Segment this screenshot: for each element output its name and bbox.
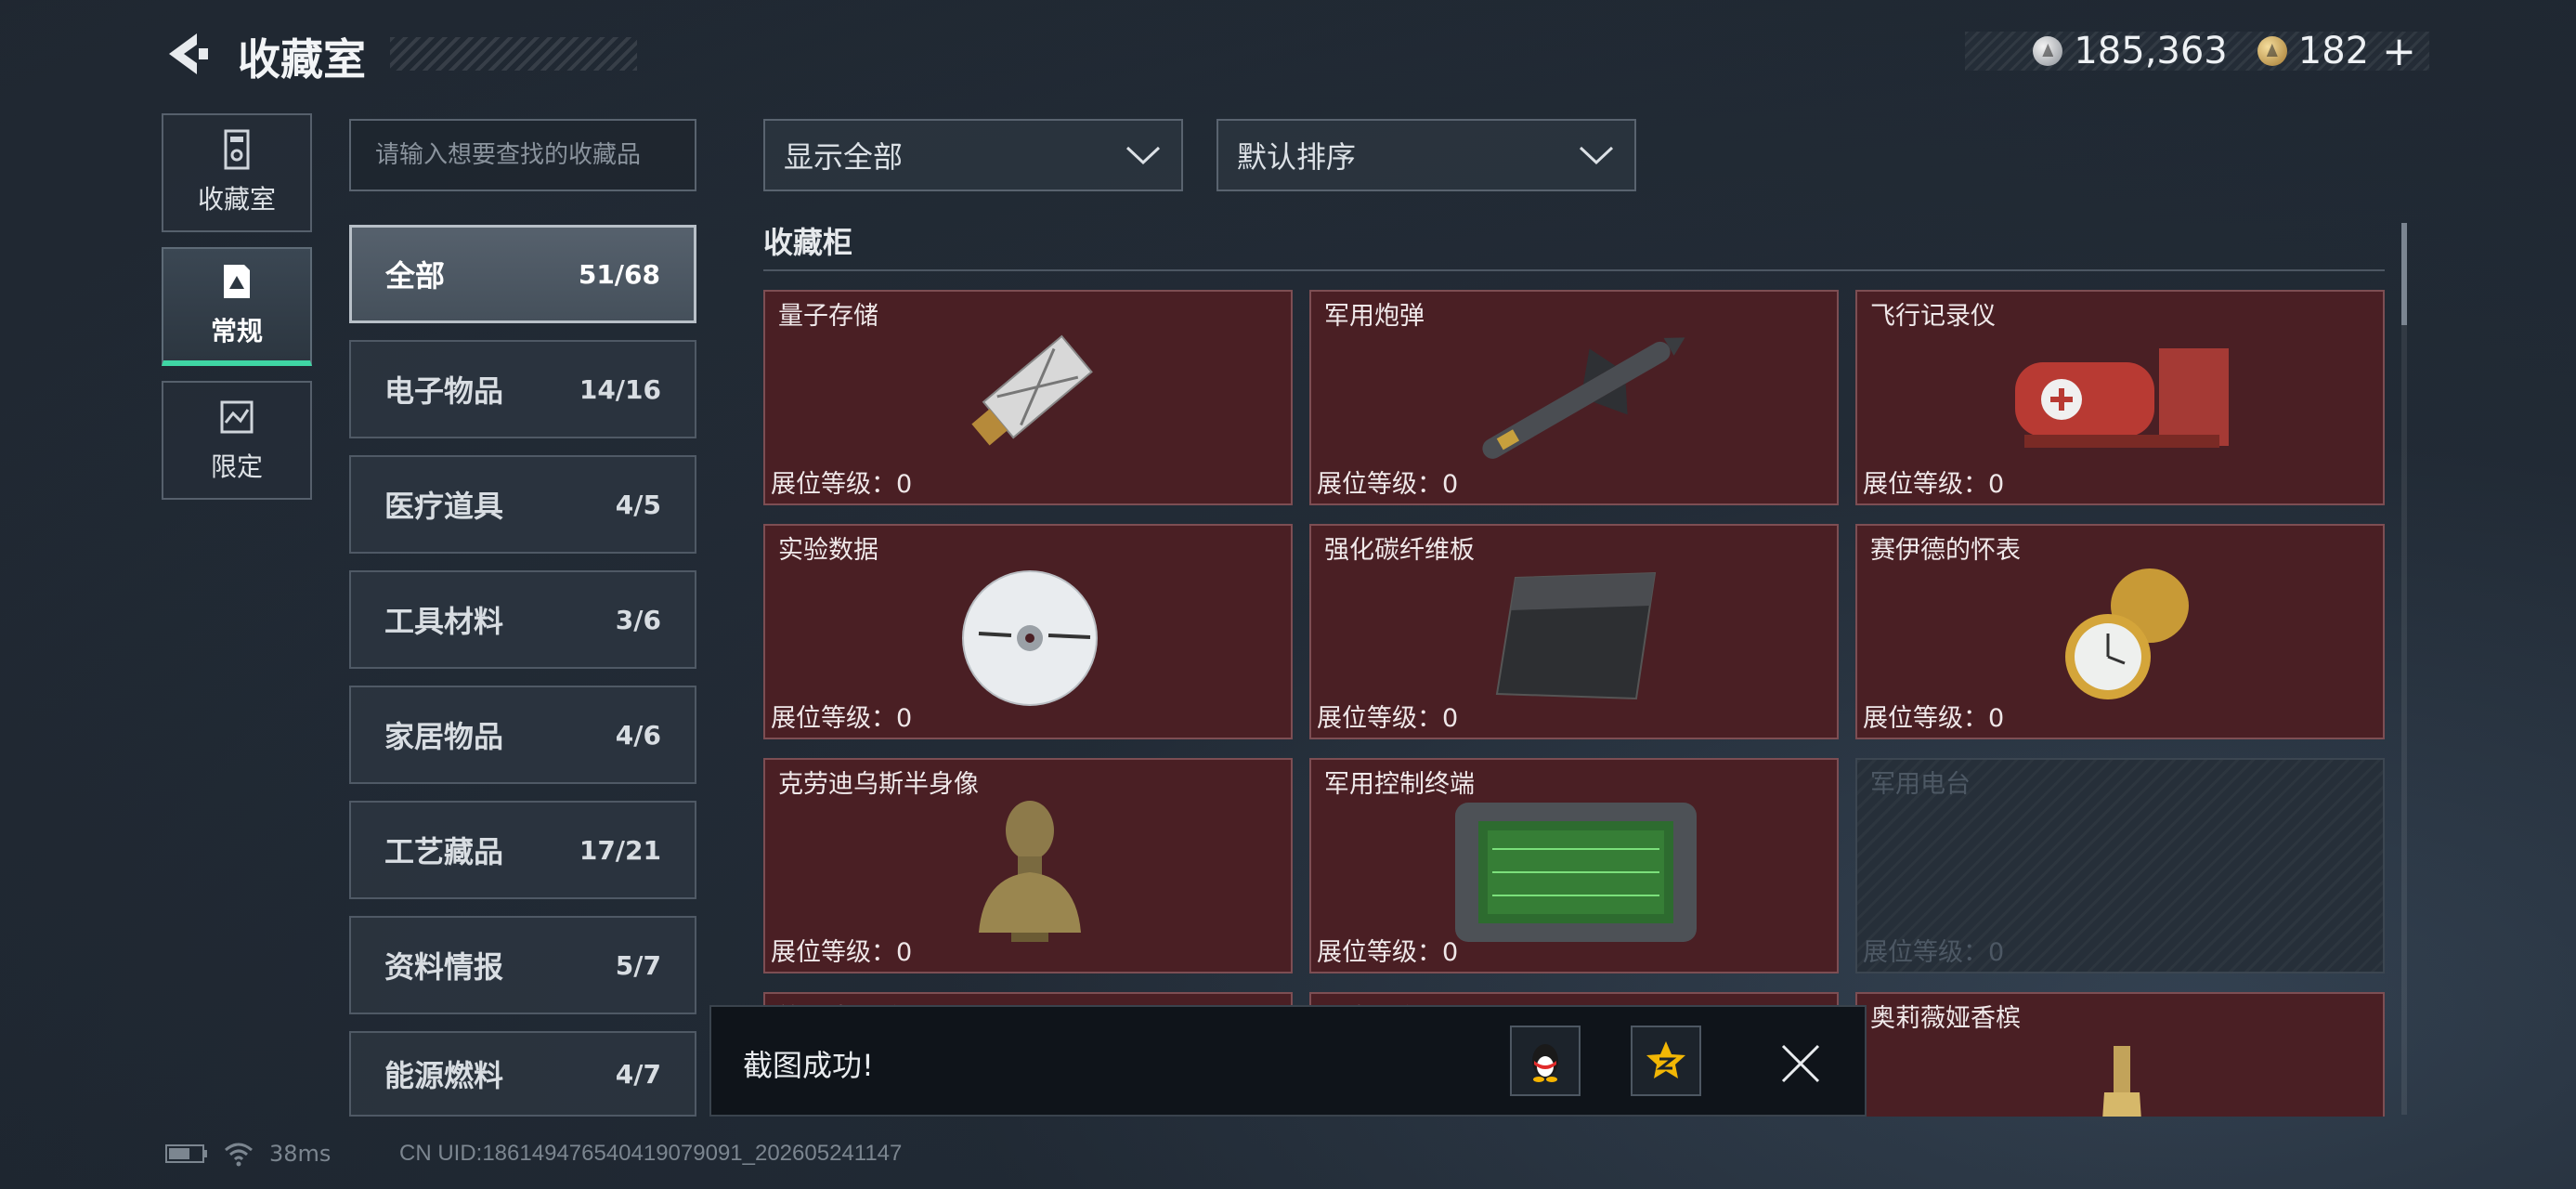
collection-item[interactable]: 赛伊德的怀表 展位等级：0: [1855, 524, 2385, 739]
search-input[interactable]: [349, 119, 696, 191]
item-name: 军用电台: [1870, 770, 1971, 799]
page-title: 收藏室: [238, 34, 366, 85]
category-count: 3/6: [615, 604, 661, 635]
wifi-icon: [225, 1143, 253, 1167]
tab-label: 常规: [210, 316, 263, 346]
category-medical[interactable]: 医疗道具 4/5: [349, 455, 696, 554]
category-electronics[interactable]: 电子物品 14/16: [349, 340, 696, 438]
category-crafts[interactable]: 工艺藏品 17/21: [349, 801, 696, 899]
item-name: 实验数据: [778, 536, 878, 565]
item-name: 军用炮弹: [1324, 302, 1425, 331]
user-uid: CN UID:1861494765404190790​91_2026052411…: [399, 1141, 903, 1166]
limited-icon: [220, 400, 254, 434]
category-count: 5/7: [615, 949, 661, 981]
share-qq-button[interactable]: [1510, 1026, 1581, 1096]
category-tools[interactable]: 工具材料 3/6: [349, 570, 696, 669]
cabinet-icon: [224, 129, 250, 170]
category-name: 资料情报: [384, 949, 504, 985]
tab-limited[interactable]: 限定: [162, 381, 312, 500]
sort-dropdown[interactable]: 默认排序: [1216, 119, 1636, 191]
item-level: 展位等级：0: [771, 470, 913, 499]
terminal-image: [1455, 803, 1697, 942]
share-qzone-button[interactable]: [1631, 1026, 1701, 1096]
section-title: 收藏柜: [763, 225, 853, 260]
tab-label: 收藏室: [197, 184, 276, 215]
category-energy[interactable]: 能源燃料 4/7: [349, 1031, 696, 1117]
star-icon: [1646, 1041, 1685, 1078]
silver-coin-icon: [2033, 36, 2063, 66]
tab-label: 限定: [210, 451, 263, 482]
category-intel[interactable]: 资料情报 5/7: [349, 916, 696, 1014]
close-icon[interactable]: [1777, 1040, 1824, 1087]
screenshot-toast: 截图成功!: [709, 1005, 1867, 1117]
category-name: 能源燃料: [384, 1058, 504, 1093]
collection-item[interactable]: 量子存储 展位等级：0: [763, 290, 1293, 505]
chevron-down-icon: [1579, 146, 1614, 165]
item-level: 展位等级：0: [1863, 938, 2005, 967]
flight-recorder-image: [2015, 348, 2229, 448]
collection-item[interactable]: 军用控制终端 展位等级：0: [1309, 758, 1839, 973]
usb-drive-image: [971, 334, 1093, 446]
collection-item[interactable]: 实验数据 展位等级：0: [763, 524, 1293, 739]
sort-dropdown-label: 默认排序: [1237, 139, 1357, 175]
category-count: 17/21: [579, 834, 661, 866]
tab-regular[interactable]: 常规: [162, 247, 312, 366]
back-arrow-icon[interactable]: [160, 28, 212, 80]
category-household[interactable]: 家居物品 4/6: [349, 686, 696, 784]
add-currency-button[interactable]: +: [2382, 28, 2416, 75]
toast-message: 截图成功!: [743, 1048, 874, 1083]
pocket-watch-image: [2065, 568, 2189, 699]
category-count: 4/6: [615, 719, 661, 751]
item-level: 展位等级：0: [771, 704, 913, 733]
category-count: 14/16: [579, 373, 661, 405]
missile-image: [1482, 337, 1685, 459]
title-decoration: [390, 37, 637, 71]
category-name: 工艺藏品: [384, 834, 504, 869]
disc-image: [962, 570, 1098, 706]
currency-bar: 185,363 182 +: [1965, 28, 2429, 75]
battery-icon: [165, 1144, 207, 1163]
ping-value: 38ms: [269, 1141, 332, 1167]
collection-grid: 量子存储 展位等级：0 军用炮弹 展位等级：0 飞行记录仪 展位等级：0 实验数…: [763, 290, 2385, 1117]
collection-item[interactable]: 军用炮弹 展位等级：0: [1309, 290, 1839, 505]
item-name: 飞行记录仪: [1870, 302, 1996, 331]
section-divider: [763, 269, 2385, 271]
filter-dropdown-label: 显示全部: [784, 139, 904, 175]
category-count: 4/7: [615, 1058, 661, 1090]
category-name: 电子物品: [384, 373, 504, 409]
collection-item-locked[interactable]: 军用电台 展位等级：0: [1855, 758, 2385, 973]
collection-item[interactable]: 克劳迪乌斯半身像 展位等级：0: [763, 758, 1293, 973]
collection-item[interactable]: 奥莉薇娅香槟: [1855, 992, 2385, 1117]
document-icon: [224, 265, 250, 298]
carbon-plate-image: [1495, 571, 1657, 700]
champagne-image: [2102, 1046, 2141, 1117]
category-count: 51/68: [578, 258, 660, 290]
category-all[interactable]: 全部 51/68: [349, 225, 696, 323]
item-level: 展位等级：0: [1863, 470, 2005, 499]
bust-image: [979, 801, 1081, 942]
penguin-icon: [1532, 1044, 1558, 1082]
collection-item[interactable]: 强化碳纤维板 展位等级：0: [1309, 524, 1839, 739]
item-level: 展位等级：0: [771, 938, 913, 967]
item-level: 展位等级：0: [1863, 704, 2005, 733]
category-name: 全部: [385, 258, 446, 294]
category-name: 家居物品: [384, 719, 504, 754]
scroll-thumb[interactable]: [2401, 223, 2407, 325]
category-name: 工具材料: [384, 604, 504, 639]
item-level: 展位等级：0: [1317, 470, 1459, 499]
tab-collection-room[interactable]: 收藏室: [162, 113, 312, 232]
item-name: 量子存储: [778, 302, 878, 331]
gold-currency-value: 182: [2297, 30, 2370, 72]
category-count: 4/5: [615, 489, 661, 520]
filter-dropdown[interactable]: 显示全部: [763, 119, 1183, 191]
category-name: 医疗道具: [384, 489, 504, 524]
status-bar: 38ms: [165, 1141, 331, 1167]
scrollbar[interactable]: [2401, 223, 2407, 1115]
item-level: 展位等级：0: [1317, 938, 1459, 967]
chevron-down-icon: [1125, 146, 1161, 165]
item-level: 展位等级：0: [1317, 704, 1459, 733]
gold-coin-icon: [2257, 36, 2287, 66]
collection-item[interactable]: 飞行记录仪 展位等级：0: [1855, 290, 2385, 505]
silver-currency-value: 185,363: [2074, 30, 2228, 72]
